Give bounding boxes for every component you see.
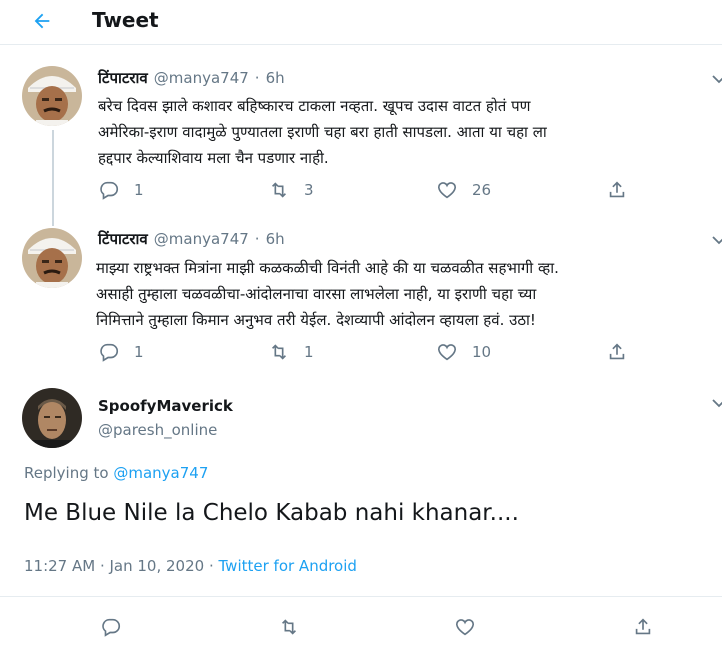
tweet-body: बरेच दिवस झाले कशावर बहिष्कारच टाकला नव्… — [98, 93, 547, 171]
tweet-2[interactable]: टिंपाटराव @manya747 · 6h माझ्या राष्ट्रभ… — [0, 220, 722, 380]
reply-button[interactable] — [100, 616, 122, 638]
source-link[interactable]: Twitter for Android — [219, 557, 357, 575]
share-button[interactable] — [606, 179, 628, 201]
user-handle[interactable]: @paresh_online — [98, 421, 217, 439]
separator: · — [254, 69, 260, 87]
share-button[interactable] — [632, 616, 654, 638]
reply-button[interactable]: 1 — [98, 179, 144, 201]
arrow-left-icon — [34, 13, 50, 29]
user-handle[interactable]: @manya747 — [154, 69, 249, 87]
mention-link[interactable]: @manya747 — [113, 464, 208, 482]
reply-icon — [102, 618, 121, 637]
back-button[interactable] — [24, 6, 60, 36]
like-button[interactable]: 10 — [436, 341, 491, 363]
tweet-1[interactable]: टिंपाटराव @manya747 · 6h बरेच दिवस झाले … — [0, 60, 722, 220]
like-button[interactable] — [454, 616, 476, 638]
retweet-icon — [271, 344, 287, 360]
retweet-icon — [271, 182, 287, 198]
tweet-line: हद्दपार केल्याशिवाय मला चैन पडणार नाही. — [98, 149, 329, 167]
tweet-header: टिंपाटराव @manya747 · 6h — [98, 68, 285, 88]
tweet-line: अमेरिका-इराण वादामुळे पुण्यातला इराणी चह… — [98, 123, 547, 141]
tweet-line: असाही तुम्हाला चळवळीचा-आंदोलनाचा वारसा ल… — [96, 285, 537, 303]
chevron-down-icon[interactable] — [712, 74, 722, 84]
reply-count: 1 — [134, 343, 144, 361]
replying-to: Replying to @manya747 — [24, 464, 208, 482]
heart-icon — [437, 182, 457, 199]
divider — [0, 596, 722, 597]
main-tweet-text: Me Blue Nile la Chelo Kabab nahi khanar.… — [24, 500, 519, 526]
tweet-line: निमित्ताने तुम्हाला किमान अनुभव तरी येईल… — [96, 311, 536, 329]
retweet-button[interactable] — [278, 616, 300, 638]
tweet-header: टिंपाटराव @manya747 · 6h — [98, 229, 285, 249]
user-name[interactable]: SpoofyMaverick — [98, 397, 233, 415]
heart-icon — [437, 344, 457, 361]
reply-icon — [100, 181, 119, 200]
share-icon — [609, 343, 625, 360]
tweet-line: माझ्या राष्ट्रभक्त मित्रांना माझी कळकळीच… — [96, 259, 559, 277]
avatar[interactable] — [22, 228, 82, 288]
retweet-count: 1 — [304, 343, 314, 361]
like-count: 26 — [472, 181, 492, 199]
page-title: Tweet — [92, 8, 159, 32]
reply-button[interactable]: 1 — [98, 341, 144, 363]
header-bar: Tweet — [0, 0, 722, 45]
timestamp[interactable]: 11:27 AM · Jan 10, 2020 · — [24, 557, 219, 575]
share-icon — [609, 181, 625, 198]
like-button[interactable]: 26 — [436, 179, 491, 201]
share-button[interactable] — [606, 341, 628, 363]
tweet-line: बरेच दिवस झाले कशावर बहिष्कारच टाकला नव्… — [98, 97, 531, 115]
heart-icon — [455, 619, 475, 636]
retweet-button[interactable]: 1 — [268, 341, 314, 363]
retweet-count: 3 — [304, 181, 314, 199]
replying-to-label: Replying to — [24, 464, 109, 482]
avatar[interactable] — [22, 66, 82, 126]
tweet-meta: 11:27 AM · Jan 10, 2020 · Twitter for An… — [24, 557, 357, 575]
reply-icon — [100, 343, 119, 362]
retweet-button[interactable]: 3 — [268, 179, 314, 201]
retweet-icon — [281, 619, 297, 635]
avatar[interactable] — [22, 388, 82, 448]
user-name[interactable]: टिंपाटराव — [98, 229, 148, 249]
share-icon — [635, 618, 651, 635]
chevron-down-icon[interactable] — [712, 235, 722, 245]
tweet-time[interactable]: 6h — [266, 69, 285, 87]
tweet-body: माझ्या राष्ट्रभक्त मित्रांना माझी कळकळीच… — [96, 255, 559, 333]
user-name[interactable]: टिंपाटराव — [98, 68, 148, 88]
separator: · — [254, 230, 260, 248]
user-handle[interactable]: @manya747 — [154, 230, 249, 248]
chevron-down-icon[interactable] — [712, 398, 722, 408]
reply-count: 1 — [134, 181, 144, 199]
like-count: 10 — [472, 343, 492, 361]
tweet-time[interactable]: 6h — [266, 230, 285, 248]
